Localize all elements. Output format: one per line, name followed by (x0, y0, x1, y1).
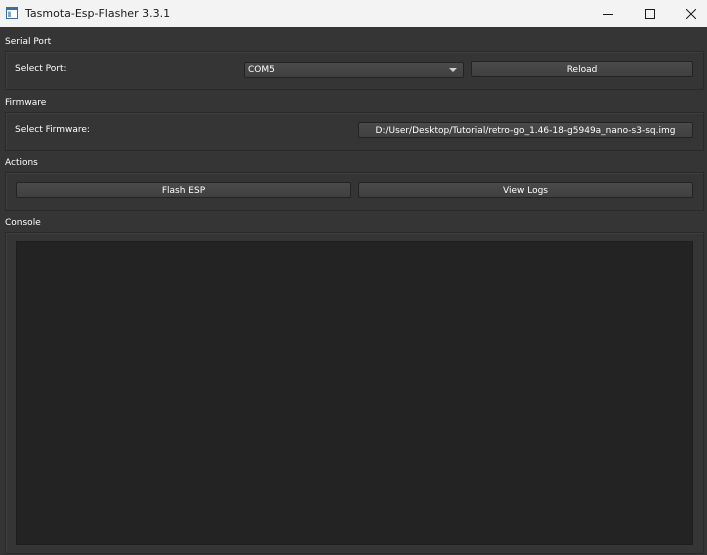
serial-port-group-title: Serial Port (5, 37, 52, 47)
chevron-down-icon (449, 68, 457, 72)
console-output[interactable] (16, 241, 693, 545)
port-select-value: COM5 (248, 65, 275, 75)
reload-button[interactable]: Reload (471, 61, 693, 77)
close-button[interactable] (673, 0, 707, 27)
select-firmware-label: Select Firmware: (15, 125, 90, 135)
firmware-file-button[interactable]: D:/User/Desktop/Tutorial/retro-go_1.46-1… (358, 122, 693, 138)
console-group-title: Console (5, 218, 41, 228)
firmware-group-title: Firmware (5, 98, 47, 108)
flash-esp-button[interactable]: Flash ESP (16, 182, 351, 198)
actions-group-title: Actions (5, 158, 38, 168)
window-title: Tasmota-Esp-Flasher 3.3.1 (25, 7, 171, 20)
title-bar: Tasmota-Esp-Flasher 3.3.1 (0, 0, 707, 27)
app-window-icon (6, 7, 18, 19)
maximize-icon (645, 8, 655, 19)
select-port-label: Select Port: (15, 64, 67, 74)
maximize-button[interactable] (632, 0, 668, 27)
close-icon (686, 8, 696, 19)
minimize-button[interactable] (590, 0, 626, 27)
port-select[interactable]: COM5 (244, 62, 464, 78)
view-logs-button[interactable]: View Logs (358, 182, 693, 198)
minimize-icon (603, 13, 613, 15)
